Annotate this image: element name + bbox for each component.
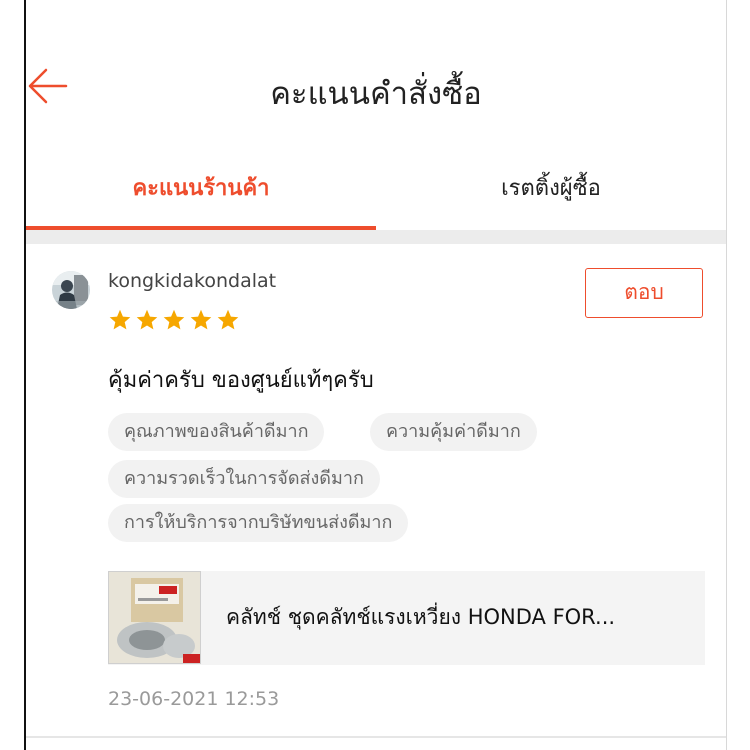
product-name: คลัทช์ ชุดคลัทช์แรงเหวี่ยง HONDA FOR... (226, 605, 616, 629)
star-icon (190, 309, 212, 330)
tab-buyer-rating[interactable]: เรตติ้งผู้ซื้อ (376, 160, 726, 232)
tab-bar: คะแนนร้านค้า เรตติ้งผู้ซื้อ (26, 160, 726, 232)
star-icon (136, 309, 158, 330)
reviewer-username: kongkidakondalat (108, 270, 277, 292)
reply-button[interactable]: ตอบ (585, 268, 703, 318)
product-card[interactable]: คลัทช์ ชุดคลัทช์แรงเหวี่ยง HONDA FOR... (108, 571, 705, 665)
review-tag: ความคุ้มค่าดีมาก (370, 413, 537, 451)
review-comment: คุ้มค่าครับ ของศูนย์แท้ๆครับ (108, 368, 374, 393)
star-rating (108, 308, 240, 336)
star-icon (217, 309, 239, 330)
back-button[interactable] (26, 66, 68, 106)
star-icon (109, 309, 131, 330)
product-thumbnail (108, 571, 201, 664)
app-header: คะแนนคำสั่งซื้อ (26, 0, 726, 160)
review-tag: ความรวดเร็วในการจัดส่งดีมาก (108, 460, 380, 498)
tab-shop-rating[interactable]: คะแนนร้านค้า (26, 160, 376, 232)
star-icon (163, 309, 185, 330)
section-divider (26, 230, 726, 244)
review-timestamp: 23-06-2021 12:53 (108, 688, 280, 710)
divider (26, 736, 726, 738)
review-tag: คุณภาพของสินค้าดีมาก (108, 413, 325, 451)
arrow-left-icon (28, 68, 68, 104)
page-title: คะแนนคำสั่งซื้อ (270, 76, 482, 112)
avatar[interactable] (52, 271, 90, 309)
review-tag: การให้บริการจากบริษัทขนส่งดีมาก (108, 504, 409, 542)
window-right-border (726, 0, 727, 750)
